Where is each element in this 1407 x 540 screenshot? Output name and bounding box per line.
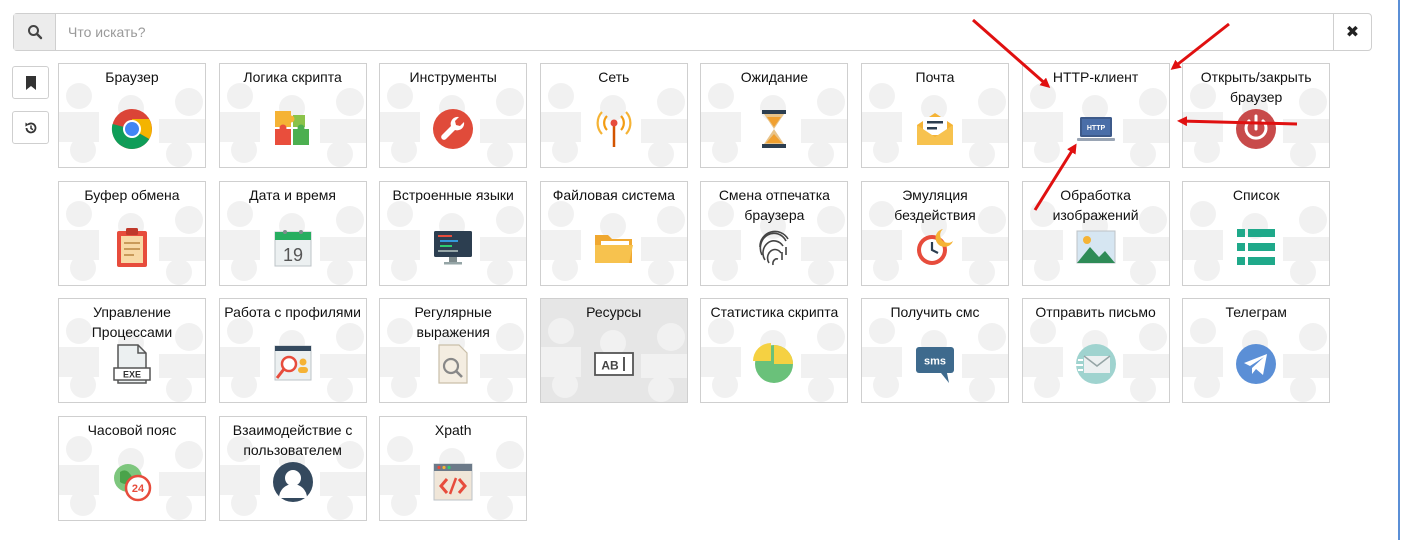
tile-http-laptop[interactable]: HTTP-клиент HTTP <box>1021 63 1170 168</box>
bookmark-icon <box>25 75 36 90</box>
tile-clipboard[interactable]: Буфер обмена <box>58 180 206 286</box>
close-icon: ✖ <box>1345 24 1360 41</box>
tile-hourglass[interactable]: Ожидание <box>700 63 849 168</box>
tile-label: Получить смс <box>890 304 980 320</box>
svg-text:sms: sms <box>924 356 946 368</box>
sleep-clock-icon <box>913 225 957 269</box>
list-icon <box>1234 225 1278 269</box>
search-bar: ✖ <box>13 13 1372 51</box>
sms-icon: sms <box>913 342 957 386</box>
antenna-icon <box>592 107 636 151</box>
ab-text-icon: AB <box>592 342 636 386</box>
tile-xpath-code[interactable]: Xpath <box>379 415 528 521</box>
code-monitor-icon <box>431 225 475 269</box>
tile-label: Управление Процессами <box>91 304 173 340</box>
timezone-icon: 24 <box>110 460 154 504</box>
tile-label: Отправить письмо <box>1035 304 1156 320</box>
tile-list[interactable]: Список <box>1182 180 1331 286</box>
pie-chart-icon <box>752 342 796 386</box>
tile-sleep-clock[interactable]: Эмуляция бездействия <box>860 180 1009 286</box>
action-grid: Браузер Логика скрипта Инструменты Сеть Ожид… <box>58 63 1338 521</box>
profile-search-icon <box>271 342 315 386</box>
tile-label: Инструменты <box>409 69 497 85</box>
tile-mail[interactable]: Почта <box>860 63 1009 168</box>
tile-label: Ожидание <box>740 69 809 85</box>
telegram-icon <box>1234 342 1278 386</box>
tile-wrench[interactable]: Инструменты <box>379 63 528 168</box>
tile-label: Буфер обмена <box>84 186 180 203</box>
tile-label: Телеграм <box>1225 304 1287 320</box>
bookmark-button[interactable] <box>12 66 49 99</box>
tile-label: Статистика скрипта <box>710 304 839 320</box>
clipboard-icon <box>110 225 154 269</box>
mail-icon <box>913 107 957 151</box>
tile-telegram[interactable]: Телеграм <box>1182 298 1331 403</box>
exe-file-icon: EXE <box>110 342 154 386</box>
tile-label: Дата и время <box>249 186 336 203</box>
regex-doc-icon <box>431 342 475 386</box>
tile-label: Работа с профилями <box>224 304 361 320</box>
tile-label: Список <box>1232 186 1280 203</box>
tile-power[interactable]: Открыть/закрыть браузер <box>1182 63 1331 168</box>
user-icon <box>271 460 315 504</box>
tile-sms[interactable]: Получить смс sms <box>860 298 1009 403</box>
image-icon <box>1074 225 1118 269</box>
tile-ab-text[interactable]: Ресурсы AB <box>539 298 688 403</box>
tile-send-mail[interactable]: Отправить письмо <box>1021 298 1170 403</box>
clear-search-button[interactable]: ✖ <box>1333 14 1371 50</box>
wrench-icon <box>431 107 475 151</box>
xpath-code-icon <box>431 460 475 504</box>
tile-exe-file[interactable]: Управление Процессами EXE <box>58 298 206 403</box>
tile-label: Ресурсы <box>586 304 642 320</box>
power-icon <box>1234 107 1278 151</box>
svg-text:19: 19 <box>283 245 303 265</box>
chrome-icon <box>110 107 154 151</box>
tile-image[interactable]: Обработка изображений <box>1021 180 1170 286</box>
page-right-edge <box>1398 0 1407 540</box>
tile-fingerprint[interactable]: Смена отпечатка браузера <box>700 180 849 286</box>
svg-text:AB: AB <box>601 359 619 373</box>
calendar-icon: 19 <box>271 225 315 269</box>
tile-antenna[interactable]: Сеть <box>539 63 688 168</box>
tile-label: Часовой пояс <box>87 421 177 438</box>
search-icon <box>14 14 56 50</box>
svg-text:EXE: EXE <box>123 370 141 380</box>
tile-label: Сеть <box>598 69 630 85</box>
tile-label: Обработка изображений <box>1052 186 1139 223</box>
tile-regex-doc[interactable]: Регулярные выражения <box>379 298 528 403</box>
tile-label: Браузер <box>105 69 159 85</box>
svg-text:24: 24 <box>132 483 145 495</box>
tile-label: Файловая система <box>552 186 675 203</box>
tile-folder[interactable]: Файловая система <box>539 180 688 286</box>
fingerprint-icon <box>752 225 796 269</box>
search-input[interactable] <box>56 14 1333 50</box>
tile-puzzle[interactable]: Логика скрипта <box>218 63 367 168</box>
http-laptop-icon: HTTP <box>1074 107 1118 151</box>
tile-label: Логика скрипта <box>243 69 342 85</box>
folder-icon <box>592 225 636 269</box>
tile-label: Взаимодействие с пользователем <box>232 421 353 458</box>
tile-timezone[interactable]: Часовой пояс 24 <box>58 415 206 521</box>
tile-pie-chart[interactable]: Статистика скрипта <box>700 298 849 403</box>
tile-label: Открыть/закрыть браузер <box>1200 69 1312 105</box>
tile-label: Регулярные выражения <box>414 304 492 340</box>
tile-profile-search[interactable]: Работа с профилями <box>218 298 367 403</box>
history-icon <box>24 122 36 133</box>
tile-label: Встроенные языки <box>392 186 514 203</box>
tile-calendar[interactable]: Дата и время 19 <box>218 180 367 286</box>
puzzle-icon <box>271 107 315 151</box>
tile-label: Xpath <box>434 421 472 438</box>
tile-label: Почта <box>915 69 955 85</box>
send-mail-icon <box>1074 342 1118 386</box>
hourglass-icon <box>752 107 796 151</box>
tile-label: HTTP-клиент <box>1052 69 1139 85</box>
tile-chrome[interactable]: Браузер <box>58 63 206 168</box>
history-button[interactable] <box>12 111 49 144</box>
tile-user[interactable]: Взаимодействие с пользователем <box>218 415 367 521</box>
tile-label: Смена отпечатка браузера <box>718 186 830 223</box>
tile-label: Эмуляция бездействия <box>894 186 976 223</box>
tile-code-monitor[interactable]: Встроенные языки <box>379 180 528 286</box>
svg-text:HTTP: HTTP <box>1086 125 1105 132</box>
